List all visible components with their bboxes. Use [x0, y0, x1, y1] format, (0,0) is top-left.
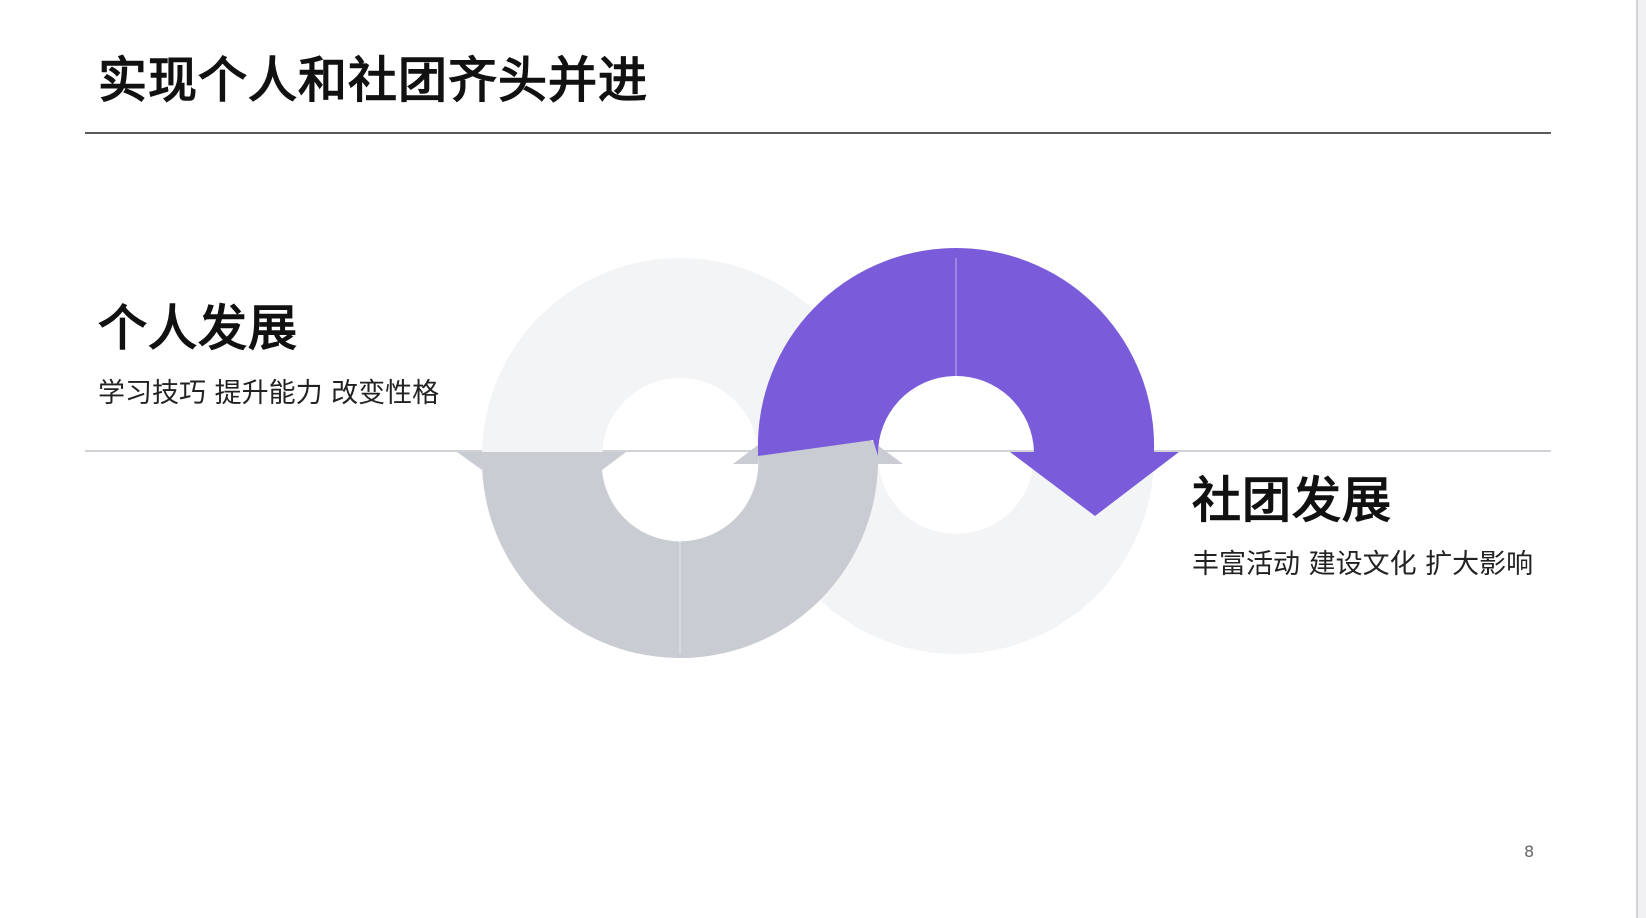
window-edge	[1636, 0, 1646, 918]
infinity-arrow-diagram	[457, 248, 1179, 659]
club-development-heading: 社团发展	[1192, 472, 1393, 529]
personal-development-subtext: 学习技巧 提升能力 改变性格	[98, 378, 440, 409]
page-number: 8	[1524, 842, 1535, 861]
personal-development-heading: 个人发展	[98, 300, 299, 357]
club-development-subtext: 丰富活动 建设文化 扩大影响	[1192, 549, 1534, 580]
slide: 实现个人和社团齐头并进 个人发展 学习技巧 提升能力 改变性格 社团发展 丰富活…	[0, 0, 1646, 918]
